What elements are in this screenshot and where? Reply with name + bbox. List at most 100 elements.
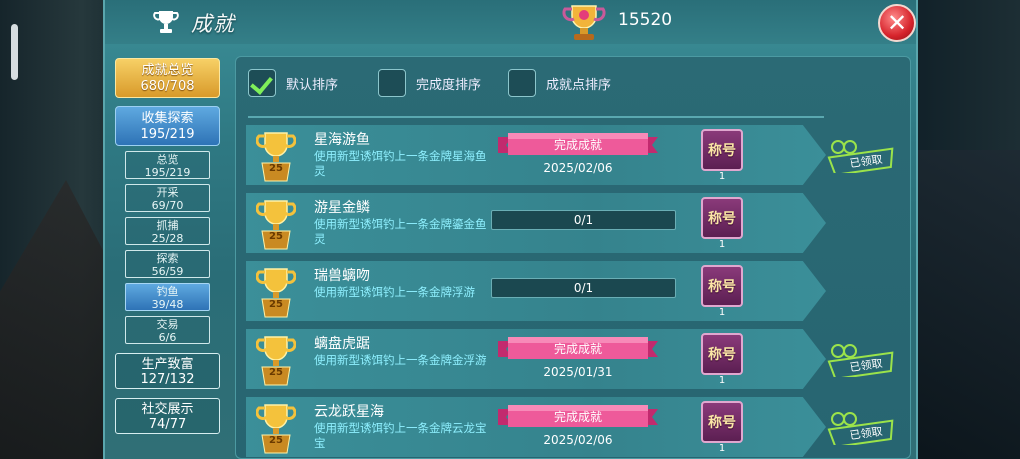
title-reward-icon[interactable]: 称号: [701, 265, 743, 307]
reward-count: 1: [718, 171, 726, 182]
nav-label: 收集探索: [141, 111, 194, 126]
checkbox-checked[interactable]: [248, 69, 276, 97]
nav-count: 127/132: [140, 372, 195, 387]
achievement-row[interactable]: 25 游星金鳞 使用新型诱饵钓上一条金牌鎏金鱼灵 0/1 称号 1: [246, 193, 826, 253]
reward-label: 称号: [708, 415, 736, 431]
list-divider: [248, 116, 824, 118]
subnav-capture[interactable]: 抓捕 25/28: [125, 217, 210, 245]
achievement-score: 15520: [618, 10, 673, 30]
progress-bar: 0/1: [491, 278, 676, 298]
background-rock: [0, 180, 110, 459]
subnav-mining[interactable]: 开采 69/70: [125, 184, 210, 212]
reward-count: 1: [718, 443, 726, 454]
complete-date: 2025/02/06: [543, 433, 613, 447]
subnav-explore[interactable]: 探索 56/59: [125, 250, 210, 278]
reward-label: 称号: [708, 347, 736, 363]
title-reward-icon[interactable]: 称号: [701, 401, 743, 443]
title-bar: 成就 15520 ✕: [105, 0, 916, 44]
background-shadow: [910, 150, 1020, 459]
nav-social[interactable]: 社交展示 74/77: [115, 398, 220, 434]
complete-label: 完成成就: [553, 138, 602, 152]
achievement-desc: 使用新型诱饵钓上一条金牌星海鱼灵: [314, 149, 487, 178]
sort-label: 默认排序: [286, 77, 339, 93]
subnav-label: 钓鱼: [156, 285, 179, 298]
trophy-icon: [255, 129, 297, 183]
subnav-fishing[interactable]: 钓鱼 39/48: [125, 283, 210, 311]
achievement-row[interactable]: 25 星海游鱼 使用新型诱饵钓上一条金牌星海鱼灵 完成成就 2025/02/06 称号 1: [246, 125, 826, 185]
subnav-label: 交易: [156, 318, 179, 331]
reward-label: 称号: [708, 211, 736, 227]
achievement-row[interactable]: 25 瑞兽螭吻 使用新型诱饵钓上一条金牌浮游 0/1 称号 1: [246, 261, 826, 321]
subnav-label: 开采: [156, 186, 179, 199]
nav-achievement-overview[interactable]: 成就总览 680/708: [115, 58, 220, 98]
subnav-overview[interactable]: 总览 195/219: [125, 151, 210, 179]
title-reward-icon[interactable]: 称号: [701, 129, 743, 171]
title-reward-icon[interactable]: 称号: [701, 197, 743, 239]
achievement-panel: 成就 15520 ✕ 成就总览 680/708 收集探索 195/219 总览 …: [103, 0, 918, 459]
reward-label: 称号: [708, 143, 736, 159]
complete-label: 完成成就: [553, 342, 602, 356]
achievement-points: 25: [269, 163, 283, 174]
achievement-name: 螭盘虎踞: [314, 336, 370, 352]
subnav-count: 25/28: [151, 232, 184, 245]
complete-date: 2025/01/31: [543, 365, 613, 379]
sort-default[interactable]: 默认排序: [248, 68, 338, 98]
subnav-label: 总览: [156, 153, 179, 166]
subnav-label: 探索: [156, 252, 179, 265]
close-button[interactable]: ✕: [878, 4, 916, 42]
drag-handle[interactable]: [11, 24, 18, 80]
trophy-icon: [255, 333, 297, 387]
complete-date: 2025/02/06: [543, 161, 613, 175]
reward-label: 称号: [708, 279, 736, 295]
sort-completion[interactable]: 完成度排序: [378, 68, 481, 98]
trophy-icon: [255, 265, 297, 319]
achievement-desc: 使用新型诱饵钓上一条金牌云龙宝宝: [314, 421, 487, 450]
achievement-list-panel: 默认排序 完成度排序 成就点排序 25 星海游鱼 使用新型诱饵钓上一条金牌星海鱼灵完…: [235, 56, 911, 459]
achievement-points: 25: [269, 231, 283, 242]
gold-trophy-icon: [562, 5, 606, 40]
nav-count: 74/77: [148, 417, 187, 432]
subnav-count: 195/219: [144, 166, 191, 179]
checkbox[interactable]: [378, 69, 406, 97]
complete-label: 完成成就: [553, 410, 602, 424]
title-reward-icon[interactable]: 称号: [701, 333, 743, 375]
achievement-row[interactable]: 25 云龙跃星海 使用新型诱饵钓上一条金牌云龙宝宝 完成成就 2025/02/06 称号 1: [246, 397, 826, 457]
achievement-desc: 使用新型诱饵钓上一条金牌浮游: [314, 285, 475, 299]
subnav-trade[interactable]: 交易 6/6: [125, 316, 210, 344]
sort-label: 完成度排序: [416, 77, 482, 93]
reward-count: 1: [718, 307, 726, 318]
progress-text: 0/1: [573, 281, 594, 295]
nav-count: 680/708: [140, 79, 195, 94]
nav-label: 成就总览: [141, 63, 194, 78]
subnav-count: 39/48: [151, 298, 184, 311]
reward-count: 1: [718, 375, 726, 386]
subnav-count: 56/59: [151, 265, 184, 278]
reward-count: 1: [718, 239, 726, 250]
trophy-icon: [255, 401, 297, 455]
progress-text: 0/1: [573, 213, 594, 227]
sort-label: 成就点排序: [546, 77, 612, 93]
achievement-name: 游星金鳞: [314, 200, 370, 216]
checkbox[interactable]: [508, 69, 536, 97]
subnav-count: 6/6: [158, 331, 177, 344]
nav-count: 195/219: [140, 127, 195, 142]
achievement-name: 星海游鱼: [314, 132, 370, 148]
achievement-desc: 使用新型诱饵钓上一条金牌鎏金鱼灵: [314, 217, 487, 246]
subnav-label: 抓捕: [156, 219, 179, 232]
subnav-count: 69/70: [151, 199, 184, 212]
achievement-points: 25: [269, 367, 283, 378]
achievement-row[interactable]: 25 螭盘虎踞 使用新型诱饵钓上一条金牌金浮游 完成成就 2025/01/31 称号 1: [246, 329, 826, 389]
game-scene: 成就 15520 ✕ 成就总览 680/708 收集探索 195/219 总览 …: [0, 0, 1020, 459]
progress-bar: 0/1: [491, 210, 676, 230]
nav-production[interactable]: 生产致富 127/132: [115, 353, 220, 389]
achievement-points: 25: [269, 435, 283, 446]
sort-points[interactable]: 成就点排序: [508, 68, 611, 98]
trophy-icon: [255, 197, 297, 251]
nav-label: 生产致富: [141, 357, 194, 372]
nav-label: 社交展示: [141, 402, 194, 417]
nav-collect-explore[interactable]: 收集探索 195/219: [115, 106, 220, 146]
achievement-points: 25: [269, 299, 283, 310]
page-title: 成就: [191, 12, 235, 36]
achievement-name: 云龙跃星海: [314, 404, 384, 420]
trophy-icon: [153, 11, 179, 33]
